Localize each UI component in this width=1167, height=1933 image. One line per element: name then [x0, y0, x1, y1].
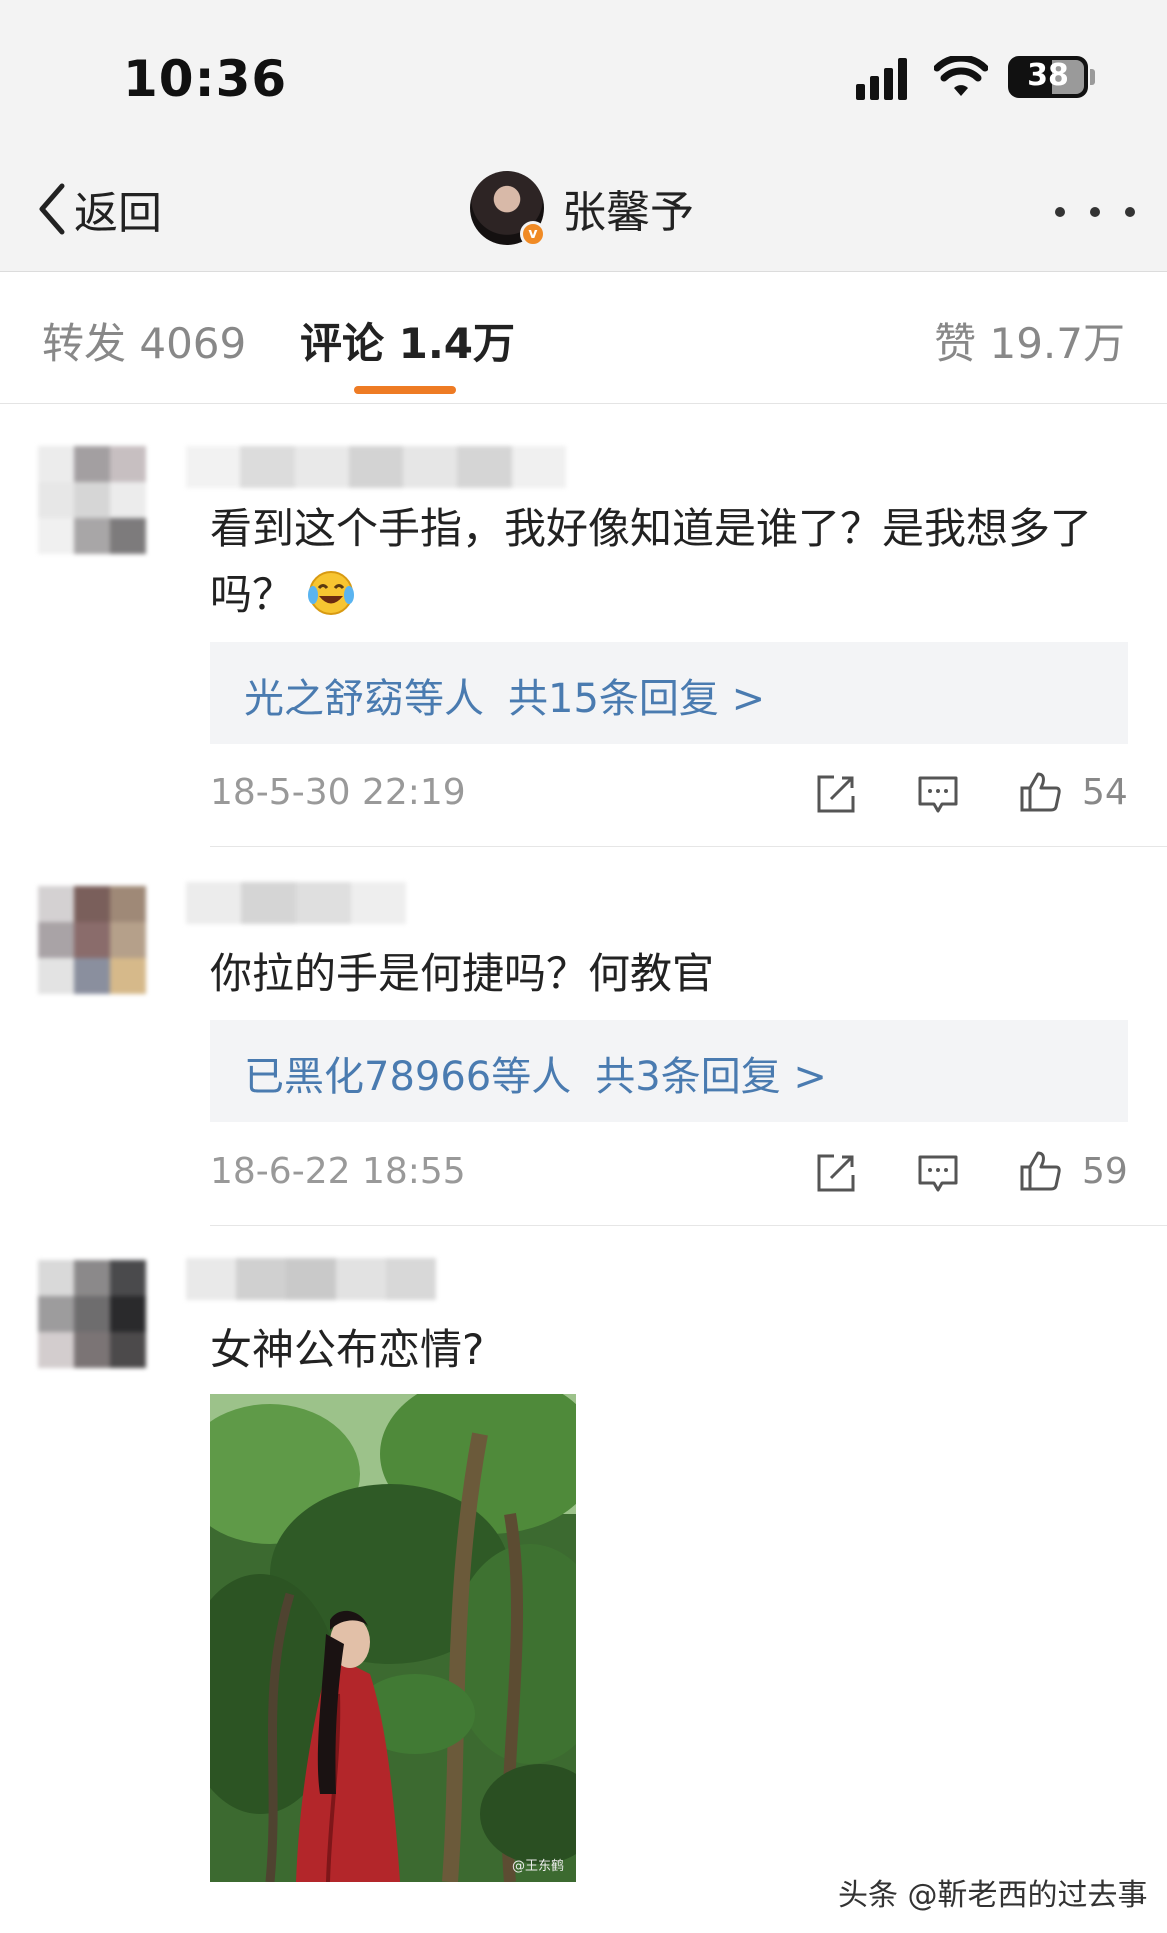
- username-blurred[interactable]: [186, 882, 406, 924]
- comment-text: 看到这个手指，我好像知道是谁了？是我想多了吗？: [210, 504, 1093, 619]
- back-button[interactable]: 返回: [34, 174, 162, 244]
- avatar[interactable]: [38, 446, 146, 554]
- source-watermark: 头条 @靳老西的过去事: [838, 1878, 1148, 1913]
- comment-icon[interactable]: [914, 770, 962, 818]
- reply-count: 共15条回复 >: [508, 676, 766, 722]
- comment-text: 你拉的手是何捷吗？何教官: [210, 949, 715, 998]
- divider: [210, 1225, 1167, 1226]
- verified-badge-icon: v: [520, 221, 546, 247]
- tab-reposts[interactable]: 转发 4069: [42, 310, 246, 371]
- like-count: 59: [1082, 1151, 1128, 1192]
- avatar[interactable]: [38, 1260, 146, 1368]
- back-label: 返回: [74, 188, 162, 239]
- username-blurred[interactable]: [186, 1258, 436, 1300]
- more-icon[interactable]: [1055, 200, 1135, 224]
- avatar[interactable]: [38, 886, 146, 994]
- photo-illustration: [210, 1394, 576, 1882]
- nav-bar: 返回 v 张馨予: [0, 150, 1167, 272]
- battery-icon: 38: [1008, 56, 1088, 98]
- wifi-icon: [934, 56, 988, 96]
- share-icon[interactable]: [812, 770, 860, 818]
- reply-summary[interactable]: 光之舒窈等人 共15条回复 >: [210, 642, 1128, 744]
- page-title: 张馨予: [562, 187, 694, 238]
- like-count: 54: [1082, 772, 1128, 813]
- battery-level: 38: [1027, 58, 1069, 93]
- reply-count: 共3条回复 >: [595, 1054, 827, 1100]
- comment-icon[interactable]: [914, 1149, 962, 1197]
- comment-photo[interactable]: @王东鹤: [210, 1394, 576, 1882]
- like-icon[interactable]: [1016, 1147, 1064, 1195]
- status-time: 10:36: [123, 50, 288, 108]
- username-blurred[interactable]: [186, 446, 566, 488]
- reply-summary[interactable]: 已黑化78966等人 共3条回复 >: [210, 1020, 1128, 1122]
- photo-watermark: @王东鹤: [511, 1859, 564, 1874]
- signal-icon: [856, 58, 916, 100]
- avatar[interactable]: v: [470, 171, 546, 247]
- active-tab-indicator: [354, 386, 456, 394]
- chevron-left-icon: [39, 183, 65, 235]
- comment-text: 女神公布恋情?: [210, 1325, 485, 1374]
- like-icon[interactable]: [1016, 768, 1064, 816]
- reply-users: 光之舒窈等人: [244, 676, 484, 722]
- divider: [210, 846, 1167, 847]
- laughing-crying-emoji-icon: [308, 571, 355, 615]
- tab-comments[interactable]: 评论 1.4万: [300, 310, 515, 371]
- comment-time: 18-5-30 22:19: [210, 772, 466, 813]
- reply-summary-text: 已黑化78966等人 共3条回复 >: [244, 1044, 827, 1102]
- tab-bar: 转发 4069 评论 1.4万 赞 19.7万: [0, 272, 1167, 404]
- profile-header[interactable]: v 张馨予: [470, 170, 694, 247]
- tab-likes[interactable]: 赞 19.7万: [934, 310, 1125, 371]
- reply-summary-text: 光之舒窈等人 共15条回复 >: [244, 666, 765, 724]
- battery-cap: [1090, 69, 1095, 85]
- comment-time: 18-6-22 18:55: [210, 1151, 466, 1192]
- reply-users: 已黑化78966等人: [244, 1054, 572, 1100]
- share-icon[interactable]: [812, 1149, 860, 1197]
- status-bar: 10:36 38: [0, 0, 1167, 150]
